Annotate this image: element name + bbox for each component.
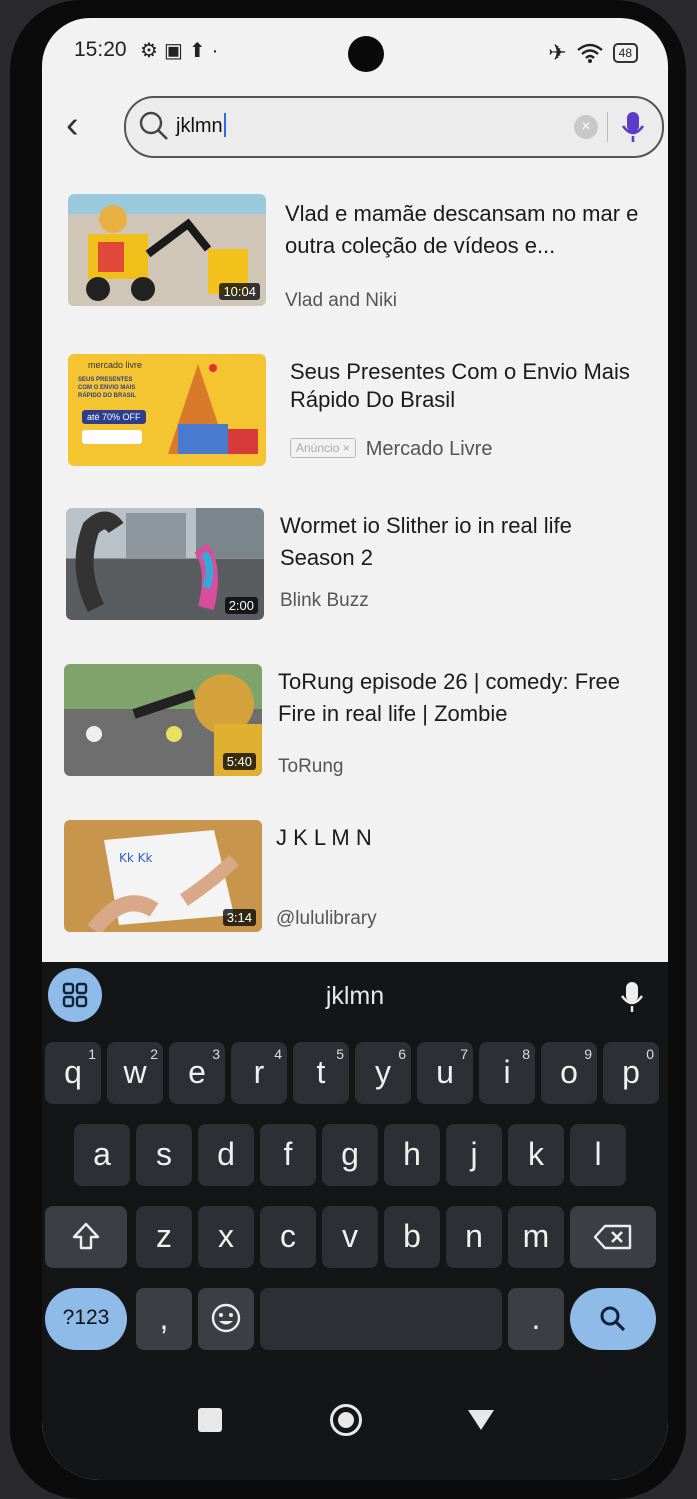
emoji-key[interactable] [198,1288,254,1350]
search-query[interactable]: jklmn [176,113,226,138]
advertiser-name[interactable]: Mercado Livre [366,438,493,460]
phone-frame: 15:20 ⚙▣⬆· ✈ 48 ‹ jklmn × 10:04 Vlad e m… [10,0,686,1499]
settings-icon: ⚙ [140,40,164,62]
keyboard: jklmn q1 w2 e3 r4 t5 y6 u7 i8 o9 p0 a s … [42,962,668,1480]
video-result-3[interactable]: 2:00 Wormet io Slither io in real life S… [42,508,668,628]
ad-badge[interactable]: Anúncio × [290,438,356,458]
key-s[interactable]: s [136,1124,192,1186]
video-duration: 2:00 [224,597,258,614]
status-bar: 15:20 ⚙▣⬆· ✈ 48 [42,18,668,88]
ad-thumbnail[interactable]: mercado livre SEUS PRESENTES COM O ENVIO… [68,354,266,466]
back-button[interactable]: ‹ [66,104,79,147]
ad-result[interactable]: mercado livre SEUS PRESENTES COM O ENVIO… [42,354,668,474]
emoji-icon [211,1303,241,1333]
key-g[interactable]: g [322,1124,378,1186]
clear-icon[interactable]: × [574,115,598,139]
key-p[interactable]: p0 [603,1042,659,1104]
wifi-icon [576,43,603,63]
status-time: 15:20 [74,38,127,61]
key-c[interactable]: c [260,1206,316,1268]
search-input[interactable]: jklmn × [124,96,664,158]
home-dot [338,1412,354,1428]
svg-text:Kk Kk: Kk Kk [119,851,153,865]
video-result-5[interactable]: Kk Kk 3:14 J K L M N @lululibrary [42,820,668,940]
ad-toys-image [168,364,258,454]
video-duration: 5:40 [222,753,256,770]
key-e[interactable]: e3 [169,1042,225,1104]
channel-name[interactable]: Vlad and Niki [285,290,397,312]
period-key[interactable]: . [508,1288,564,1350]
front-camera [348,36,384,72]
key-w[interactable]: w2 [107,1042,163,1104]
divider [607,112,608,142]
key-o[interactable]: o9 [541,1042,597,1104]
video-thumbnail[interactable]: 10:04 [68,194,266,306]
shift-icon [72,1222,100,1250]
keyboard-mic-icon[interactable] [618,980,646,1014]
key-l[interactable]: l [570,1124,626,1186]
key-z[interactable]: z [136,1206,192,1268]
upload-icon: ⬆ [188,40,212,62]
key-v[interactable]: v [322,1206,378,1268]
backspace-key[interactable] [570,1206,656,1268]
suggestion-word[interactable]: jklmn [42,982,668,1011]
search-icon [600,1306,626,1332]
notification-icons: ⚙▣⬆· [140,38,224,63]
backspace-icon [593,1224,632,1250]
search-key[interactable] [570,1288,656,1350]
shift-key[interactable] [45,1206,127,1268]
search-icon [139,111,168,140]
key-u[interactable]: u7 [417,1042,473,1104]
video-thumbnail[interactable]: 2:00 [66,508,264,620]
dot-icon: · [211,40,225,62]
home-button[interactable] [330,1404,362,1436]
navigation-bar [42,1394,668,1454]
video-duration: 10:04 [219,283,260,300]
video-title[interactable]: Vlad e mamãe descansam no mar e outra co… [285,198,655,262]
recents-button[interactable] [198,1408,222,1432]
channel-name[interactable]: @lululibrary [276,908,377,930]
key-q[interactable]: q1 [45,1042,101,1104]
key-a[interactable]: a [74,1124,130,1186]
video-title[interactable]: J K L M N [276,822,646,854]
key-j[interactable]: j [446,1124,502,1186]
airplane-icon: ✈ [548,40,567,65]
video-title[interactable]: ToRung episode 26 | comedy: Free Fire in… [278,666,648,730]
space-key[interactable] [260,1288,502,1350]
screen: 15:20 ⚙▣⬆· ✈ 48 ‹ jklmn × 10:04 Vlad e m… [42,18,668,1480]
back-nav-icon[interactable] [466,1408,496,1432]
key-x[interactable]: x [198,1206,254,1268]
comma-key[interactable]: , [136,1288,192,1350]
ad-title[interactable]: Seus Presentes Com o Envio Mais Rápido D… [290,358,660,414]
key-f[interactable]: f [260,1124,316,1186]
key-y[interactable]: y6 [355,1042,411,1104]
key-r[interactable]: r4 [231,1042,287,1104]
key-d[interactable]: d [198,1124,254,1186]
key-n[interactable]: n [446,1206,502,1268]
key-t[interactable]: t5 [293,1042,349,1104]
voice-search-icon[interactable] [618,110,648,144]
channel-name[interactable]: ToRung [278,756,344,778]
video-title[interactable]: Wormet io Slither io in real life Season… [280,510,650,574]
key-k[interactable]: k [508,1124,564,1186]
key-h[interactable]: h [384,1124,440,1186]
video-result-4[interactable]: 5:40 ToRung episode 26 | comedy: Free Fi… [42,664,668,784]
suggestion-bar: jklmn [42,962,668,1032]
channel-name[interactable]: Blink Buzz [280,590,369,612]
app-notification-icon: ▣ [163,40,189,62]
video-duration: 3:14 [222,909,256,926]
ad-advertiser[interactable]: Anúncio × Mercado Livre [290,438,492,461]
video-thumbnail[interactable]: 5:40 [64,664,262,776]
key-b[interactable]: b [384,1206,440,1268]
key-i[interactable]: i8 [479,1042,535,1104]
video-thumbnail[interactable]: Kk Kk 3:14 [64,820,262,932]
battery-icon: 48 [612,43,638,63]
key-m[interactable]: m [508,1206,564,1268]
symbols-key[interactable]: ?123 [45,1288,127,1350]
video-result-1[interactable]: 10:04 Vlad e mamãe descansam no mar e ou… [42,194,668,314]
